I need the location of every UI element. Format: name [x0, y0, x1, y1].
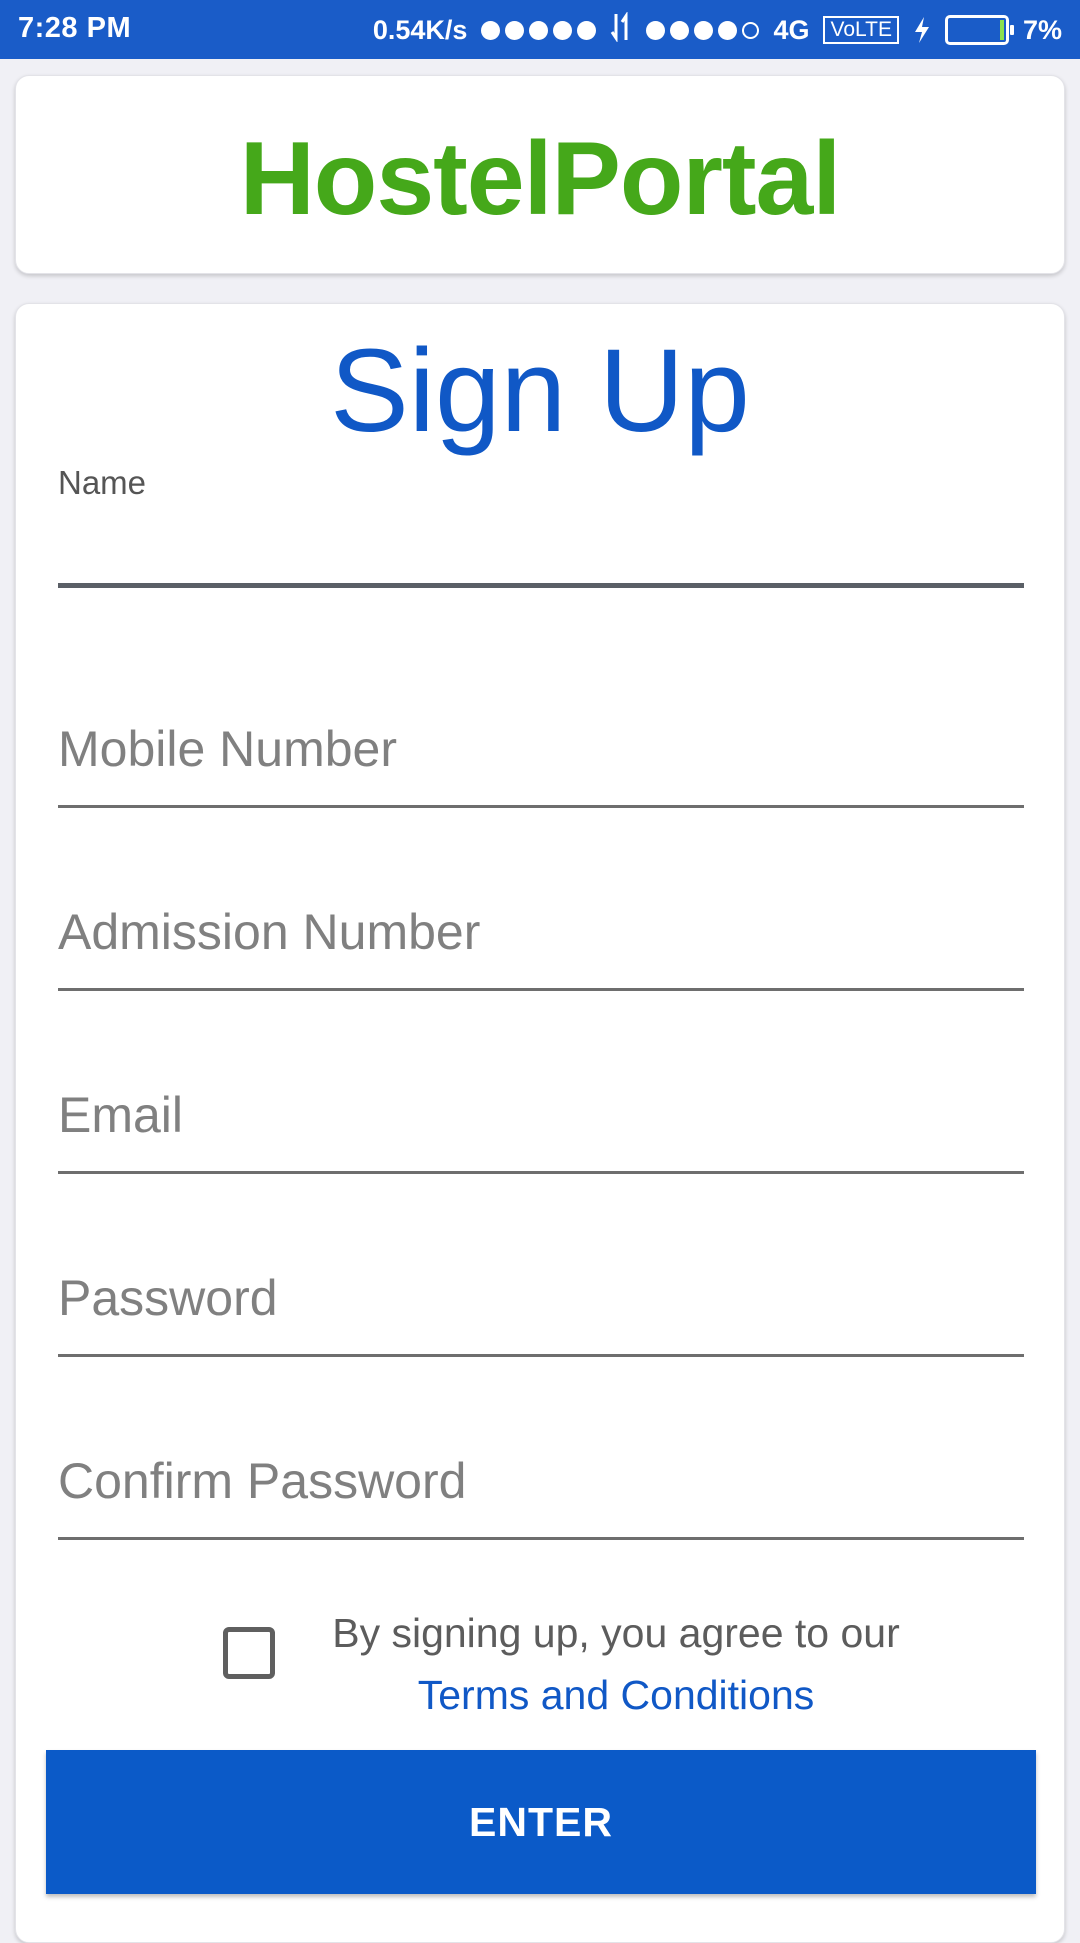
email-field-group [58, 1065, 1024, 1175]
admission-number-input[interactable] [58, 892, 1024, 972]
mobile-number-input[interactable] [58, 709, 1024, 789]
name-input[interactable] [58, 504, 1024, 574]
terms-checkbox[interactable] [223, 1627, 275, 1679]
name-label: Name [58, 464, 147, 501]
network-type: 4G [773, 14, 810, 45]
terms-link[interactable]: Terms and Conditions [306, 1664, 926, 1726]
battery-icon [944, 15, 1014, 45]
page-title: Sign Up [330, 325, 750, 457]
status-indicators: 0.54K/s 4G VoLTE 7% [372, 10, 1062, 49]
password-underline [58, 1354, 1024, 1357]
email-input[interactable] [58, 1075, 1024, 1155]
mobile-field-group [58, 699, 1024, 809]
header-card: HostelPortal [15, 75, 1065, 274]
status-time: 7:28 PM [18, 12, 132, 44]
enter-button[interactable]: ENTER [46, 1750, 1036, 1894]
confirm-password-field-group [58, 1431, 1024, 1541]
name-underline [58, 583, 1024, 588]
admission-underline [58, 988, 1024, 991]
terms-text: By signing up, you agree to our [332, 1610, 900, 1656]
signal-strength-1-icon [481, 20, 597, 40]
password-input[interactable] [58, 1258, 1024, 1338]
signup-form-card: Sign Up Name By signing up, you agree to… [15, 303, 1065, 1943]
mobile-underline [58, 805, 1024, 808]
name-field-group: Name [58, 464, 1024, 588]
volte-badge: VoLTE [823, 16, 899, 44]
battery-percent: 7% [1022, 14, 1062, 45]
terms-text-block: By signing up, you agree to our Terms an… [306, 1602, 926, 1726]
email-underline [58, 1171, 1024, 1174]
signal-strength-2-icon [646, 20, 760, 40]
network-speed: 0.54K/s [372, 14, 468, 45]
password-field-group [58, 1248, 1024, 1358]
terms-row: By signing up, you agree to our Terms an… [16, 1602, 1066, 1722]
status-bar: 7:28 PM 0.54K/s 4G VoLTE 7% [0, 0, 1080, 59]
admission-field-group [58, 882, 1024, 992]
confirm-password-input[interactable] [58, 1441, 1024, 1521]
data-transfer-icon [610, 10, 632, 49]
confirm-password-underline [58, 1537, 1024, 1540]
brand-title: HostelPortal [239, 121, 842, 237]
charging-icon [913, 16, 931, 44]
